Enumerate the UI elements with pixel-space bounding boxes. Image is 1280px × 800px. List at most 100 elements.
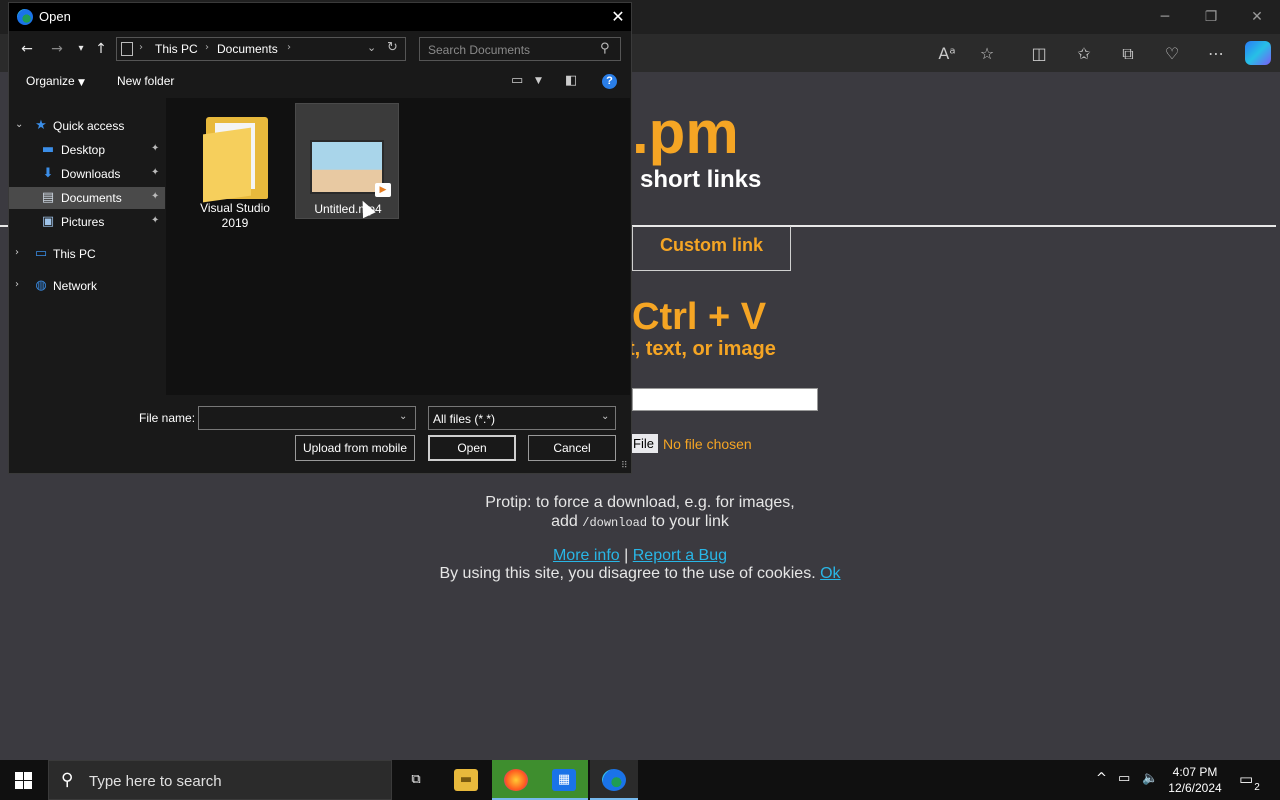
address-dropdown-icon[interactable]: ⌄ [367,41,376,54]
address-bar[interactable]: › This PC › Documents › ⌄ ↻ [116,37,406,61]
open-button[interactable]: Open [428,435,516,461]
folder-front-shape [203,127,251,203]
nav-this-pc[interactable]: › ▭ This PC [9,243,165,265]
downloads-icon: ⬇ [42,166,54,181]
nav-item-desktop[interactable]: ▬ Desktop ✦ [9,139,165,161]
collections-icon[interactable]: ⧉ [1117,43,1139,65]
nav-label: Documents [61,191,122,205]
paste-textarea[interactable] [632,388,818,411]
taskbar-clock[interactable]: 4:07 PM 12/6/2024 [1160,764,1230,796]
read-aloud-icon[interactable]: Aᵃ [936,43,958,65]
dialog-titlebar: Open ✕ [9,3,631,31]
nav-label: Network [53,279,98,293]
copilot-icon[interactable] [1245,41,1271,65]
pictures-icon: ▣ [41,214,55,229]
file-item-folder[interactable]: Visual Studio 2019 [183,103,287,230]
nav-quick-access[interactable]: ⌄ ★ Quick access [9,115,165,137]
breadcrumb-chevron-icon: › [139,42,143,53]
expand-chevron-icon[interactable]: › [15,247,19,258]
clock-time: 4:07 PM [1172,765,1218,779]
file-explorer-button[interactable]: ▬ [442,760,490,800]
chevron-down-icon[interactable]: ⌄ [601,411,609,422]
new-folder-button[interactable]: New folder [117,74,174,88]
network-tray-icon[interactable]: ▭ [1118,771,1130,786]
task-view-button[interactable]: ⧉ [392,760,440,800]
nav-item-documents[interactable]: ▤ Documents ✦ [9,187,165,209]
search-icon[interactable]: ⚲ [600,41,610,56]
store-button[interactable]: ▦ [540,760,588,800]
cancel-button[interactable]: Cancel [528,435,616,461]
documents-icon: ▤ [41,190,55,205]
edge-button[interactable] [590,760,638,800]
preview-pane-icon[interactable]: ◧ [565,73,577,88]
close-window-icon[interactable]: ✕ [1242,6,1272,28]
nav-item-downloads[interactable]: ⬇ Downloads ✦ [9,163,165,185]
file-type-select[interactable]: All files (*.*) ⌄ [428,406,616,430]
file-item-video[interactable]: ▶ Untitled.mp4 [295,103,399,219]
view-options-chevron-icon[interactable]: ▼ [535,76,542,86]
nav-label: Desktop [61,143,106,157]
file-name-line2: 2019 [221,216,249,230]
file-name-input[interactable]: ⌄ [198,406,416,430]
show-hidden-icons-icon[interactable]: ^ [1096,771,1107,786]
nav-label: Downloads [61,167,121,181]
protip-text: Protip: to force a download, e.g. for im… [440,493,840,533]
cookie-notice: By using this site, you disagree to the … [380,565,900,583]
pin-icon: ✦ [151,167,160,178]
breadcrumb-chevron-icon: › [205,42,209,53]
notification-count-badge: 2 [1251,782,1263,794]
favorites-icon[interactable]: ✩ [1073,43,1095,65]
more-info-link[interactable]: More info [553,547,620,564]
upload-from-mobile-button[interactable]: Upload from mobile [295,435,415,461]
tab-custom-link[interactable]: Custom link [632,226,791,271]
edge-icon [17,9,33,25]
more-menu-icon[interactable]: ⋯ [1205,43,1227,65]
favorite-star-icon[interactable]: ☆ [976,43,998,65]
firefox-button[interactable] [492,760,540,800]
search-documents-input[interactable]: Search Documents ⚲ [419,37,621,61]
taskbar-search[interactable]: ⚲ Type here to search [48,760,392,800]
change-view-icon[interactable]: ▭ [511,73,523,88]
help-icon[interactable]: ? [602,74,617,89]
computer-icon: ▭ [34,246,48,261]
pin-icon: ✦ [151,143,160,154]
choose-file-button[interactable]: File [630,434,658,453]
navigation-pane: ⌄ ★ Quick access ▬ Desktop ✦ ⬇ Downloads… [9,98,165,395]
file-name-field-label: File name: [139,411,196,425]
site-tagline: short links [640,166,762,193]
no-file-label: No file chosen [663,436,752,452]
taskbar-search-placeholder: Type here to search [89,773,222,790]
split-screen-icon[interactable]: ◫ [1028,43,1050,65]
breadcrumb-documents[interactable]: Documents [217,42,278,56]
dialog-close-icon[interactable]: ✕ [607,6,629,28]
file-name-label: Visual Studio 2019 [183,201,287,231]
expand-chevron-icon[interactable]: › [15,279,19,290]
expand-chevron-icon[interactable]: ⌄ [15,119,23,130]
report-bug-link[interactable]: Report a Bug [633,547,727,564]
breadcrumb-this-pc[interactable]: This PC [155,42,198,56]
star-icon: ★ [35,118,47,133]
paste-heading: Ctrl + V [632,296,767,338]
cookie-ok-link[interactable]: Ok [820,565,840,582]
firefox-icon [504,769,528,791]
search-icon: ⚲ [61,770,74,790]
desktop-icon: ▬ [41,142,55,157]
nav-item-pictures[interactable]: ▣ Pictures ✦ [9,211,165,233]
minimize-icon[interactable]: ─ [1150,6,1180,28]
browser-essentials-icon[interactable]: ♡ [1161,43,1183,65]
nav-network[interactable]: › ◍ Network [9,275,165,297]
up-arrow-icon[interactable]: ↑ [91,39,111,59]
back-arrow-icon[interactable]: ← [17,39,37,59]
restore-icon[interactable]: ❐ [1196,6,1226,28]
search-placeholder: Search Documents [428,43,531,57]
nav-label: This PC [53,247,96,261]
refresh-icon[interactable]: ↻ [387,40,398,55]
start-button[interactable] [0,760,48,800]
chevron-down-icon[interactable]: ⌄ [399,411,407,422]
volume-muted-icon[interactable]: 🔈 [1142,771,1158,786]
resize-grip-icon[interactable]: ⠿ [621,461,628,471]
forward-arrow-icon[interactable]: → [47,39,67,59]
windows-logo-icon [15,772,32,789]
organize-button[interactable]: Organize ▼ [26,74,85,88]
recent-locations-icon[interactable]: ▾ [71,39,91,59]
